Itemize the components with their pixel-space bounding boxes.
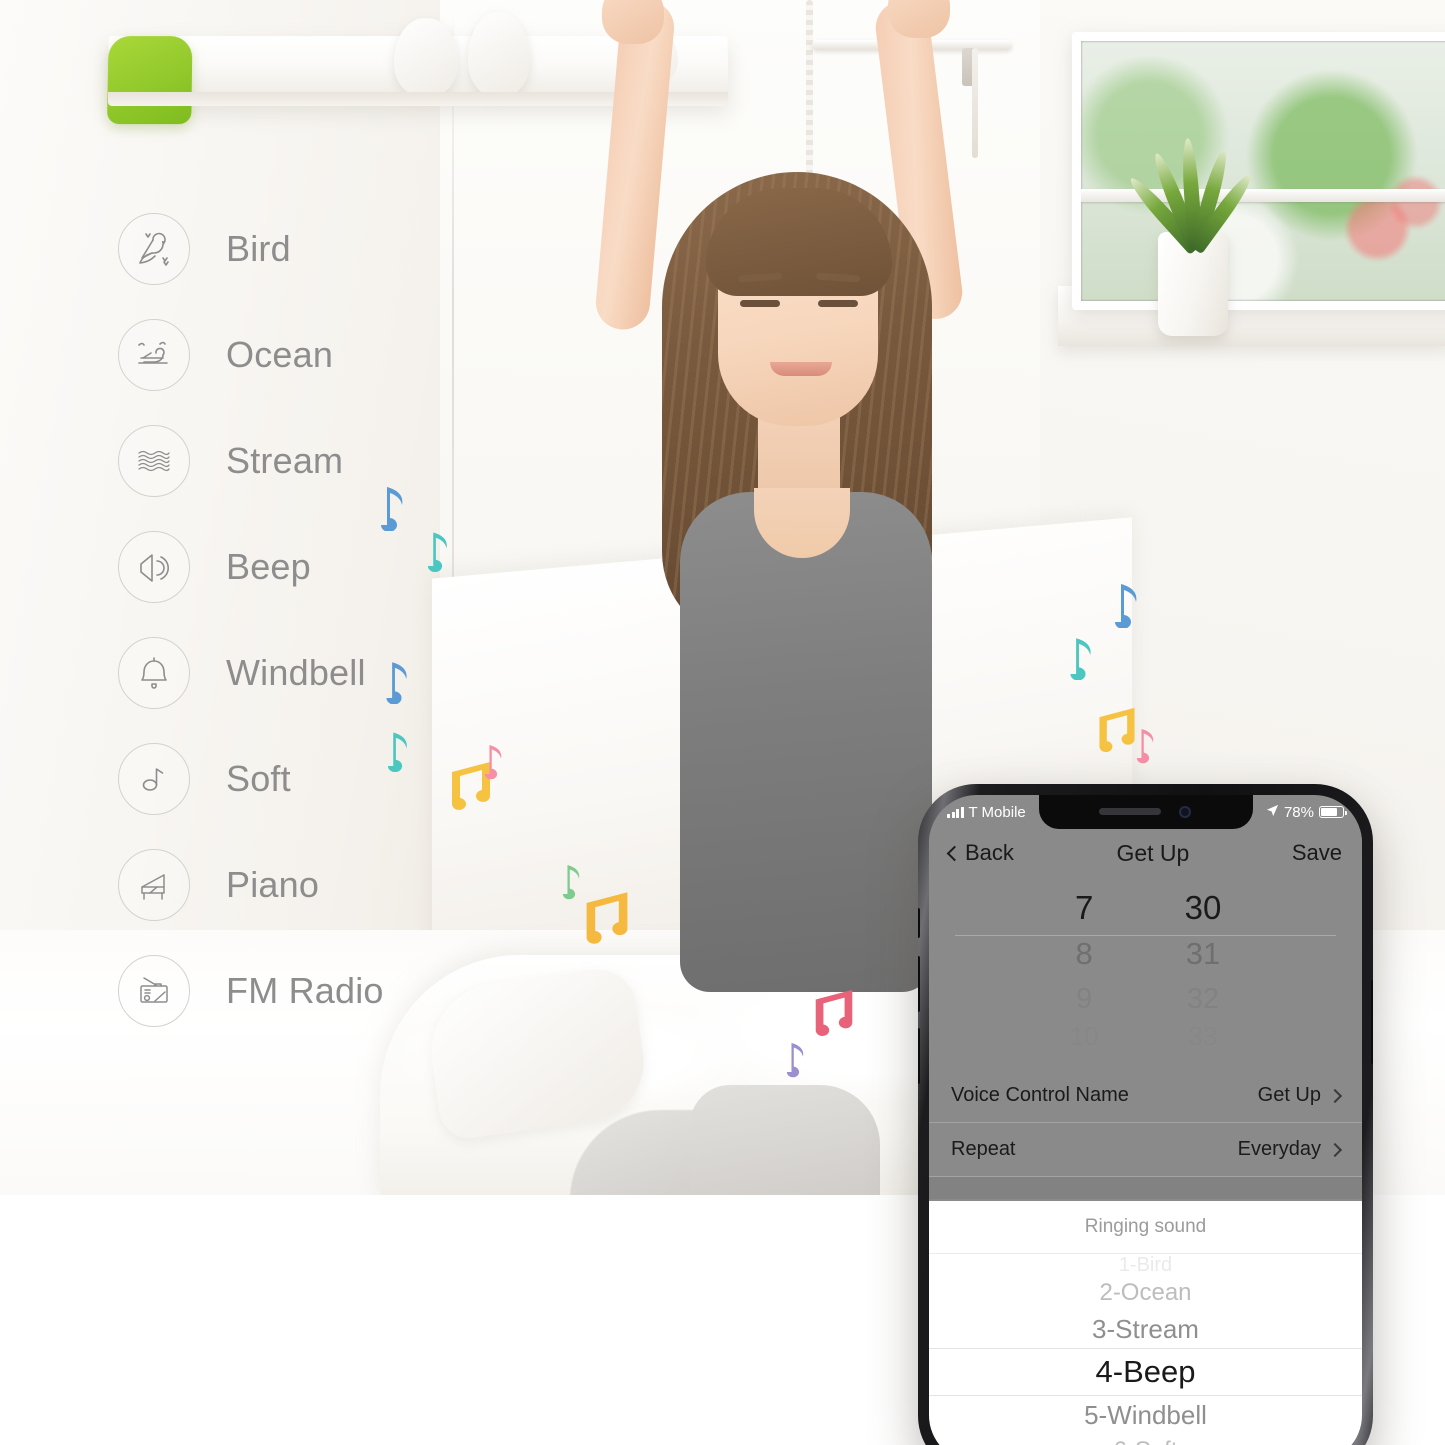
- hour-picker-column[interactable]: 7 8 9 10: [1070, 885, 1099, 1051]
- sound-list-item-label: Stream: [226, 440, 344, 481]
- music-note-beamed-icon: [578, 890, 636, 946]
- minute-option[interactable]: 31: [1186, 931, 1220, 977]
- earpiece-speaker: [1098, 808, 1161, 815]
- settings-row-value: Get Up: [1257, 1084, 1321, 1106]
- location-arrow-icon: [1266, 804, 1279, 821]
- ringing-sound-picker[interactable]: 1-Bird 2-Ocean 3-Stream 4-Beep 5-Windbel…: [929, 1254, 1362, 1445]
- gray-tank-top: [680, 492, 932, 992]
- green-vase: [107, 36, 193, 125]
- ringing-sound-option[interactable]: 5-Windbell: [929, 1396, 1362, 1434]
- settings-row-value-group: Everyday: [1237, 1138, 1343, 1161]
- nav-bar: Back Get Up Save: [929, 829, 1362, 877]
- music-note-icon: [1062, 636, 1094, 680]
- notch: [1038, 795, 1253, 829]
- sound-list-item-label: Bird: [226, 228, 291, 269]
- ringing-sound-sheet-title: Ringing sound: [929, 1201, 1362, 1254]
- save-button[interactable]: Save: [1292, 840, 1342, 866]
- volume-down-button[interactable]: [918, 1028, 920, 1084]
- minute-picker-column[interactable]: 30 31 32 33: [1185, 885, 1222, 1051]
- window-outside-view: [1081, 41, 1445, 301]
- sound-list-item-bird: Bird: [118, 196, 538, 302]
- bird-icon: [118, 213, 190, 285]
- ocean-icon: [118, 319, 190, 391]
- ringing-sound-option[interactable]: 2-Ocean: [929, 1276, 1362, 1310]
- minute-selected: 30: [1184, 889, 1222, 926]
- sound-list-item-beep: Beep: [118, 514, 538, 620]
- right-hand: [888, 0, 950, 38]
- battery-percent-label: 78%: [1283, 803, 1314, 821]
- white-vase-2: [467, 12, 531, 97]
- volume-up-button[interactable]: [918, 956, 920, 1012]
- sound-list-item-label: Windbell: [226, 652, 366, 693]
- settings-row-value-group: Get Up: [1257, 1084, 1343, 1107]
- chevron-right-icon: [1327, 1088, 1343, 1103]
- chevron-right-icon: [1327, 1142, 1343, 1157]
- music-note-icon: [1130, 726, 1156, 764]
- fm-radio-icon: [118, 955, 190, 1027]
- settings-section-gap: [929, 1177, 1362, 1199]
- closed-eye-left: [740, 300, 780, 307]
- minute-option[interactable]: 32: [1187, 977, 1219, 1021]
- stream-icon: [118, 425, 190, 497]
- back-button[interactable]: Back: [946, 840, 1014, 866]
- music-note-beamed-icon: [808, 988, 860, 1038]
- settings-row-repeat[interactable]: Repeat Everyday: [929, 1123, 1362, 1177]
- page-title: Get Up: [1116, 839, 1190, 866]
- front-camera: [1178, 806, 1191, 818]
- ringing-sound-option[interactable]: 1-Bird: [929, 1254, 1362, 1276]
- chevron-left-icon: [946, 845, 963, 861]
- white-vase-1: [393, 18, 459, 97]
- sound-list-item-stream: Stream: [118, 408, 538, 514]
- beep-icon: [118, 531, 190, 603]
- signal-bars-icon: [947, 806, 964, 818]
- hour-selected: 7: [1074, 889, 1094, 926]
- piano-icon: [118, 849, 190, 921]
- sound-list-item-label: FM Radio: [226, 970, 384, 1011]
- settings-row-voice-control-name[interactable]: Voice Control Name Get Up: [929, 1069, 1362, 1123]
- time-picker[interactable]: 7 8 9 10 30 31 32 33: [929, 877, 1362, 1069]
- sound-list-item-label: Piano: [226, 864, 320, 905]
- music-note-icon: [780, 1040, 806, 1078]
- smiling-mouth: [770, 362, 832, 376]
- sound-list-item-label: Soft: [226, 758, 291, 799]
- music-note-icon: [1106, 582, 1140, 628]
- product-marketing-image: Bird Ocean Stream Beep Windbell Soft Pia…: [0, 0, 1445, 1445]
- sound-list-item-ocean: Ocean: [118, 302, 538, 408]
- ringing-sound-option[interactable]: 3-Stream: [929, 1310, 1362, 1348]
- ringing-sound-sheet: Ringing sound 1-Bird 2-Ocean 3-Stream 4-…: [929, 1201, 1362, 1445]
- closed-eye-right: [818, 300, 858, 307]
- iphone-mockup: T Mobile 78% Back Get Up Save 7 8 9 10 3…: [918, 784, 1373, 1445]
- soft-note-icon: [118, 743, 190, 815]
- hour-option[interactable]: 9: [1076, 977, 1092, 1021]
- settings-row-value: Everyday: [1237, 1138, 1321, 1160]
- sound-list-item-label: Ocean: [226, 334, 334, 375]
- plant-pot: [1125, 137, 1256, 336]
- alarm-sound-list: Bird Ocean Stream Beep Windbell Soft Pia…: [118, 196, 538, 1044]
- phone-screen: T Mobile 78% Back Get Up Save 7 8 9 10 3…: [929, 795, 1362, 1445]
- settings-row-label: Repeat: [951, 1138, 1016, 1160]
- status-bar-right: 78%: [1266, 803, 1347, 821]
- sound-list-item-label: Beep: [226, 546, 311, 587]
- carrier-label: T Mobile: [968, 803, 1026, 821]
- status-bar-left: T Mobile: [947, 804, 1026, 821]
- hour-option[interactable]: 8: [1076, 931, 1093, 977]
- picker-divider: [955, 935, 1336, 936]
- left-hand: [602, 0, 664, 44]
- sound-list-item-fm-radio: FM Radio: [118, 938, 538, 1044]
- back-button-label: Back: [965, 840, 1014, 865]
- battery-icon: [1319, 806, 1347, 818]
- windbell-icon: [118, 637, 190, 709]
- sound-list-item-windbell: Windbell: [118, 620, 538, 726]
- minute-option[interactable]: 33: [1188, 1021, 1217, 1051]
- pajama-pants: [690, 1085, 880, 1195]
- power-button[interactable]: [1371, 980, 1373, 1064]
- mute-switch[interactable]: [918, 908, 920, 938]
- ringing-sound-option[interactable]: 6-Soft: [929, 1434, 1362, 1445]
- ringing-sound-selected[interactable]: 4-Beep: [929, 1348, 1362, 1396]
- sound-list-item-soft: Soft: [118, 726, 538, 832]
- settings-row-label: Voice Control Name: [951, 1084, 1129, 1106]
- sound-list-item-piano: Piano: [118, 832, 538, 938]
- window: [1072, 32, 1445, 310]
- hour-option[interactable]: 10: [1070, 1021, 1099, 1051]
